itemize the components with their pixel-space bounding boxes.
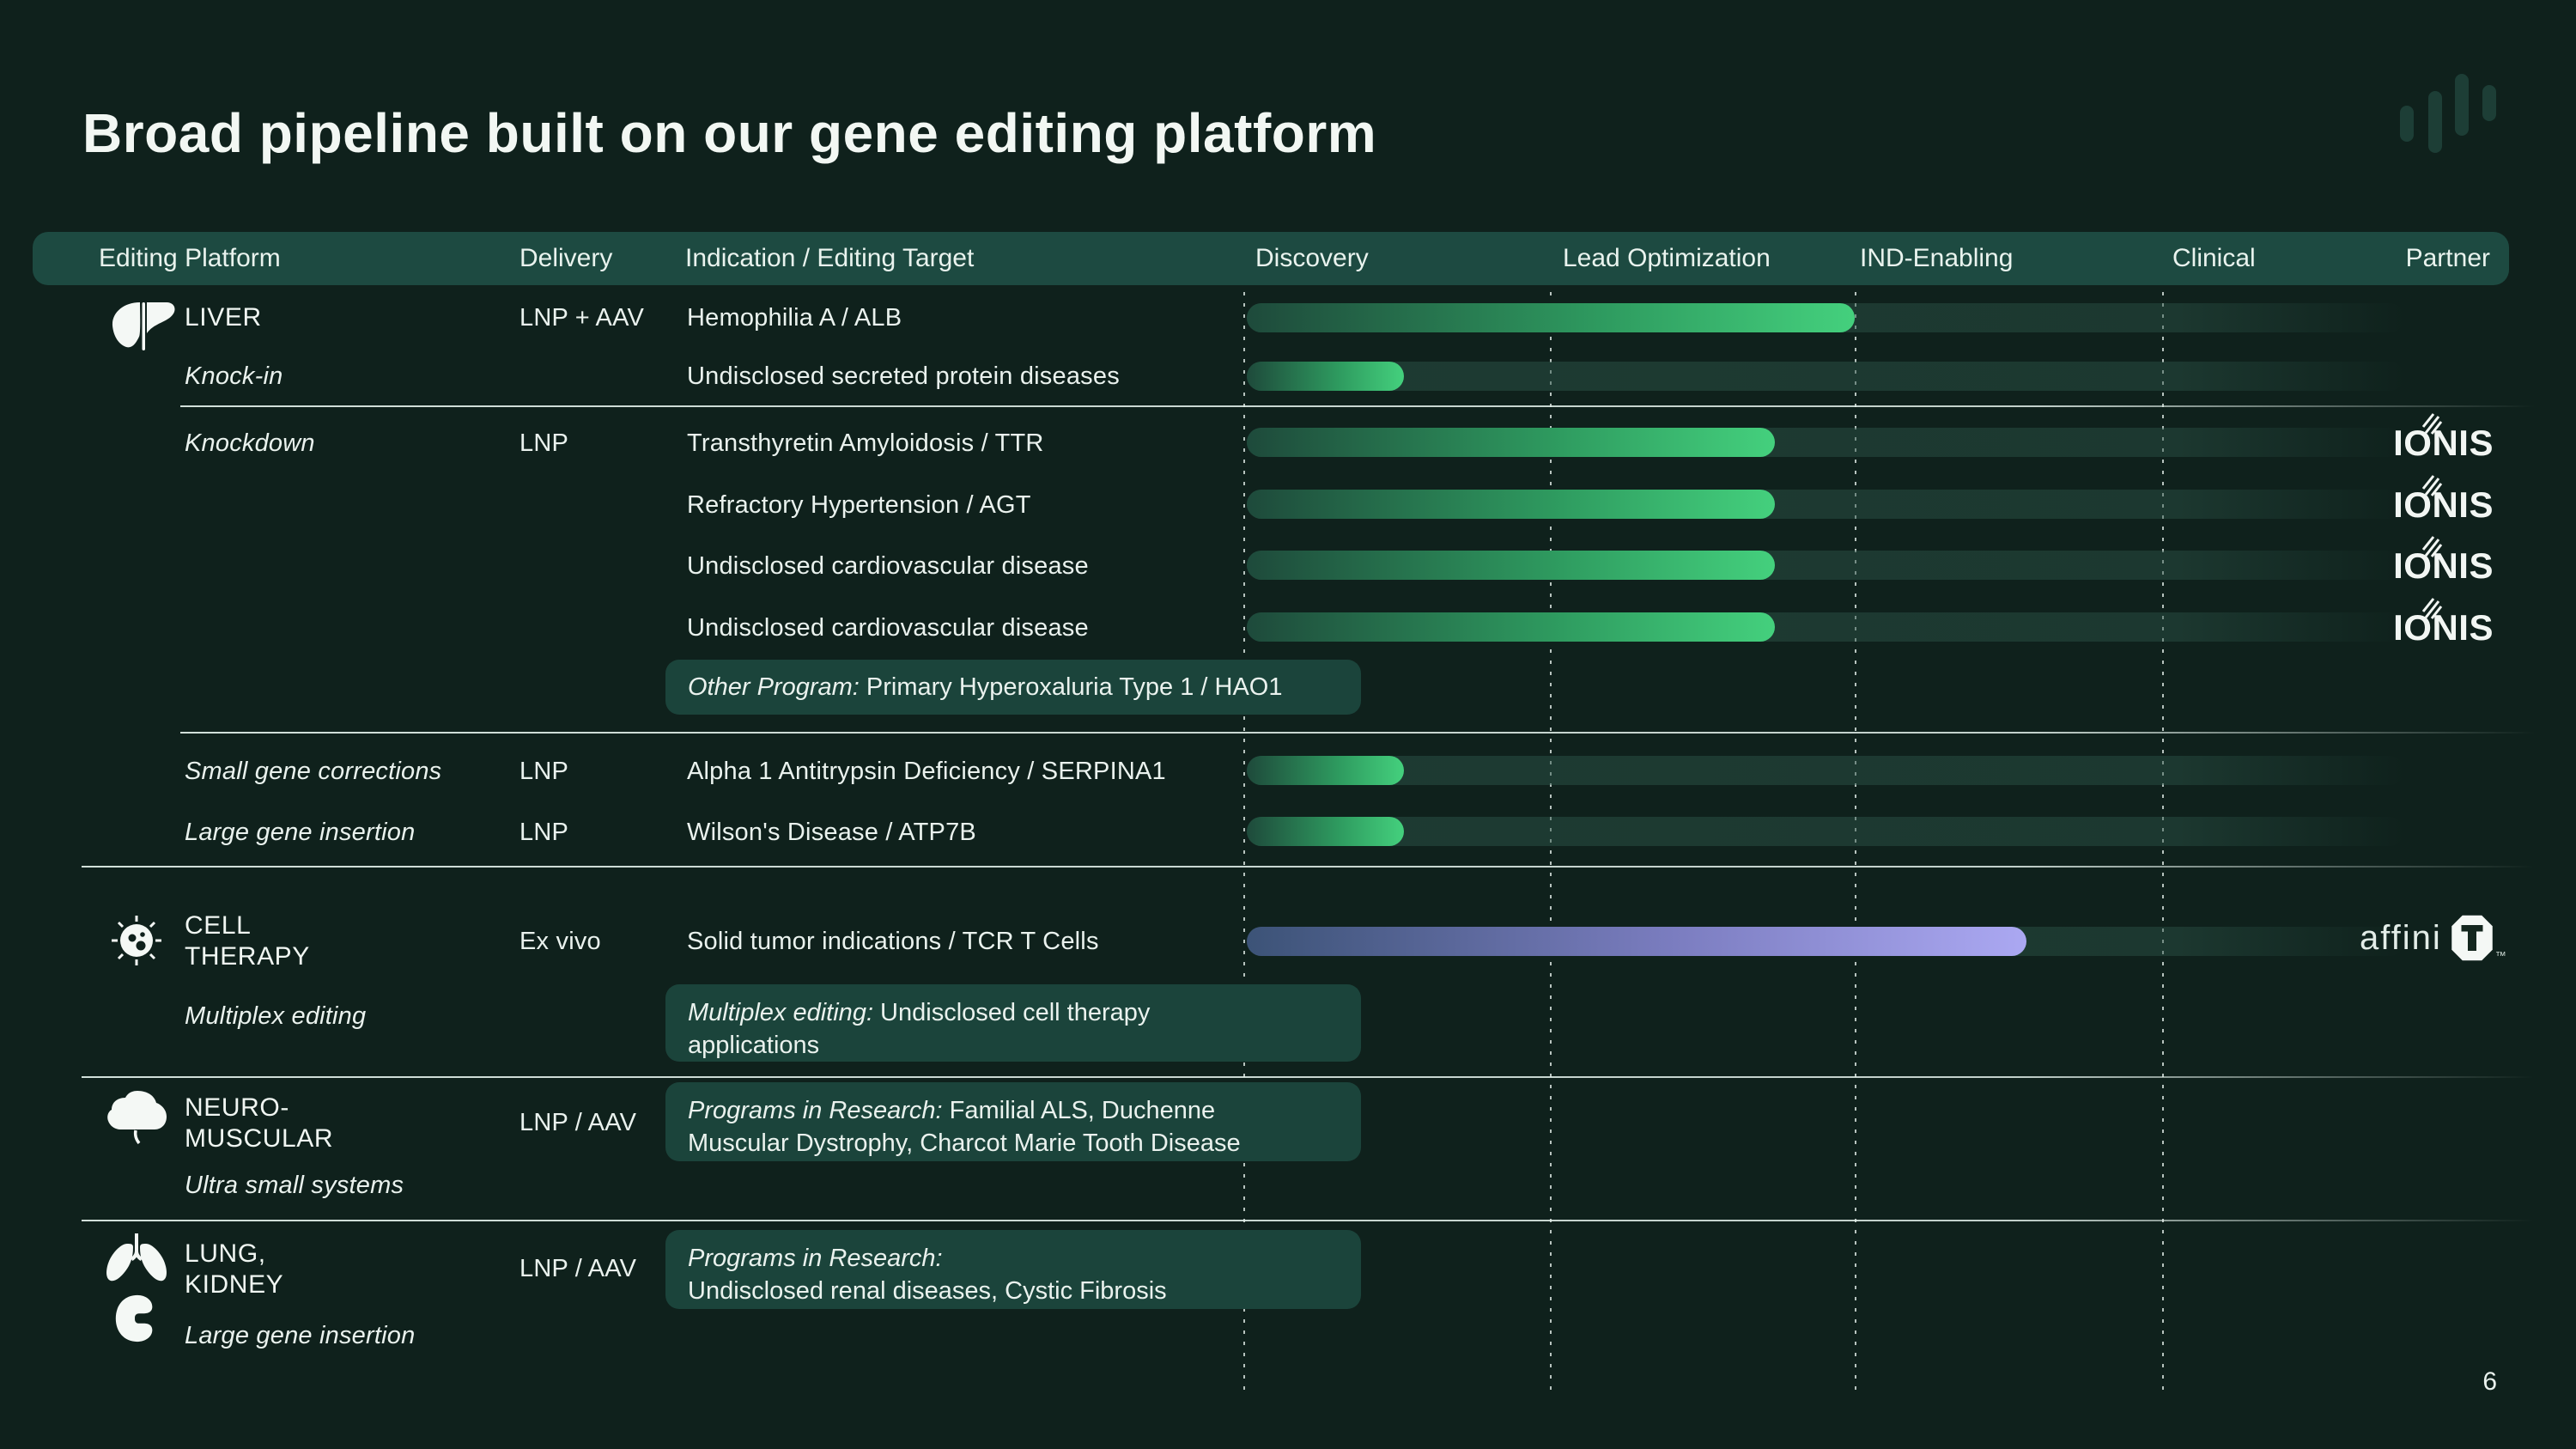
lungs-icon — [103, 1233, 170, 1294]
section-lung-kidney: LUNG, KIDNEY — [185, 1239, 283, 1300]
indication-value: Solid tumor indications / TCR T Cells — [687, 926, 1099, 957]
delivery-value: LNP — [519, 756, 568, 787]
logo-bar — [2482, 85, 2496, 121]
section-liver: LIVER — [185, 302, 262, 333]
ionis-logo: IONIS — [2373, 610, 2494, 646]
section-neuromuscular: NEURO- MUSCULAR — [185, 1093, 333, 1154]
indication-value: Alpha 1 Antitrypsin Deficiency / SERPINA… — [687, 756, 1166, 787]
indication-value: Undisclosed cardiovascular disease — [687, 612, 1089, 643]
ionis-logo-text: IONIS — [2393, 423, 2494, 463]
delivery-value: LNP + AAV — [519, 302, 644, 333]
indication-value: Hemophilia A / ALB — [687, 302, 902, 333]
progress-bar — [1247, 490, 1775, 519]
progress-bar — [1247, 817, 1404, 846]
affini-logo-text: affini — [2360, 919, 2442, 958]
col-lead-optimization: Lead Optimization — [1563, 232, 1771, 285]
lung-kidney-research-box: Programs in Research: Undisclosed renal … — [665, 1230, 1361, 1309]
page-title: Broad pipeline built on our gene editing… — [82, 101, 1376, 165]
ionis-logo: IONIS — [2373, 425, 2494, 461]
row-divider — [180, 405, 2559, 407]
trademark-symbol: ™ — [2495, 949, 2506, 962]
ionis-logo: IONIS — [2373, 548, 2494, 584]
progress-bar-cell-therapy — [1247, 927, 2026, 956]
indication-value: Refractory Hypertension / AGT — [687, 490, 1031, 521]
logo-bar — [2400, 106, 2414, 142]
cell-icon — [106, 910, 167, 975]
ionis-logo-text: IONIS — [2393, 607, 2494, 648]
indication-value: Undisclosed secreted protein diseases — [687, 361, 1120, 392]
affini-t-badge-icon — [2451, 914, 2494, 962]
progress-bar — [1247, 428, 1775, 457]
col-delivery: Delivery — [519, 232, 612, 285]
row-divider — [180, 732, 2559, 734]
kidney-icon — [113, 1294, 158, 1348]
delivery-value: LNP / AAV — [519, 1253, 636, 1284]
section-divider — [82, 1220, 2559, 1221]
section-divider — [82, 1076, 2559, 1078]
ionis-logo-text: IONIS — [2393, 484, 2494, 525]
col-indication: Indication / Editing Target — [685, 232, 974, 285]
indication-value: Wilson's Disease / ATP7B — [687, 817, 976, 848]
multiplex-editing-box: Multiplex editing: Undisclosed cell ther… — [665, 984, 1361, 1062]
subtype-large-gene-insertion: Large gene insertion — [185, 817, 415, 848]
brain-icon — [106, 1089, 168, 1150]
other-program-label: Other Program: — [688, 673, 860, 701]
neuromuscular-research-box: Programs in Research: Familial ALS, Duch… — [665, 1082, 1361, 1161]
subtype-multiplex-editing: Multiplex editing — [185, 1001, 366, 1032]
delivery-value: LNP / AAV — [519, 1107, 636, 1138]
stage-track — [1247, 756, 2404, 785]
other-program-text: Primary Hyperoxaluria Type 1 / HAO1 — [860, 673, 1283, 701]
progress-bar — [1247, 303, 1855, 332]
research-box-text: Undisclosed renal diseases, Cystic Fibro… — [688, 1277, 1167, 1305]
progress-bar — [1247, 362, 1404, 391]
ionis-feather-icon — [2422, 474, 2443, 496]
delivery-value: Ex vivo — [519, 926, 601, 957]
progress-bar — [1247, 756, 1404, 785]
col-partner: Partner — [2406, 232, 2490, 285]
page-number: 6 — [2482, 1367, 2497, 1397]
pipeline-slide: Broad pipeline built on our gene editing… — [0, 0, 2576, 1449]
section-divider — [82, 866, 2559, 868]
ionis-feather-icon — [2422, 597, 2443, 619]
delivery-value: LNP — [519, 428, 568, 459]
subtype-knock-in: Knock-in — [185, 361, 283, 392]
ionis-logo: IONIS — [2373, 487, 2494, 523]
stage-track — [1247, 817, 2404, 846]
liver-icon — [110, 299, 177, 356]
column-header-bar: Editing Platform Delivery Indication / E… — [33, 232, 2509, 285]
subtype-small-gene-corrections: Small gene corrections — [185, 756, 441, 787]
affini-t-logo: affini ™ — [2360, 914, 2506, 962]
ionis-feather-icon — [2422, 535, 2443, 557]
research-box-label: Programs in Research: — [688, 1097, 943, 1124]
subtype-large-gene-insertion-2: Large gene insertion — [185, 1320, 415, 1351]
research-box-label: Programs in Research: — [688, 1242, 1339, 1275]
stage-track — [1247, 362, 2404, 391]
progress-bar — [1247, 612, 1775, 642]
col-discovery: Discovery — [1255, 232, 1369, 285]
col-clinical: Clinical — [2172, 232, 2256, 285]
subtype-ultra-small-systems: Ultra small systems — [185, 1170, 404, 1201]
delivery-value: LNP — [519, 817, 568, 848]
indication-value: Undisclosed cardiovascular disease — [687, 551, 1089, 581]
col-editing-platform: Editing Platform — [99, 232, 281, 285]
multiplex-box-label: Multiplex editing: — [688, 999, 873, 1026]
logo-bar — [2455, 74, 2469, 136]
indication-value: Transthyretin Amyloidosis / TTR — [687, 428, 1044, 459]
section-cell-therapy: CELL THERAPY — [185, 910, 310, 972]
subtype-knockdown: Knockdown — [185, 428, 315, 459]
logo-bar — [2428, 91, 2442, 153]
progress-bar — [1247, 551, 1775, 580]
ionis-logo-text: IONIS — [2393, 545, 2494, 586]
col-ind-enabling: IND-Enabling — [1860, 232, 2013, 285]
other-program-box: Other Program: Primary Hyperoxaluria Typ… — [665, 660, 1361, 715]
ionis-feather-icon — [2422, 412, 2443, 435]
